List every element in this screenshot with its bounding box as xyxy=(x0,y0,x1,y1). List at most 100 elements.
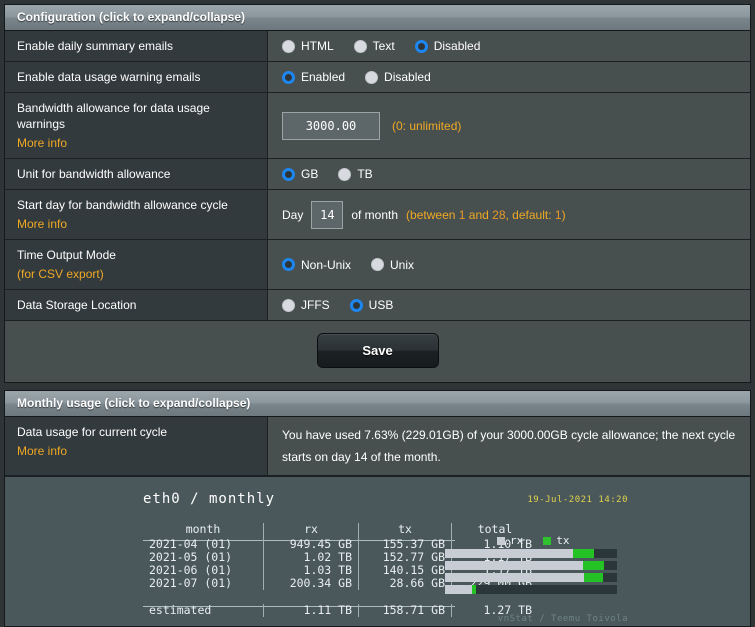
radio-label: GB xyxy=(301,167,319,181)
value-time-output-mode: Non-Unix Unix xyxy=(268,240,750,289)
bar-segment-rx xyxy=(445,561,583,570)
cell-tx: 28.66 GB xyxy=(358,577,452,590)
hint-default-day: 1 xyxy=(554,207,562,222)
row-time-output-mode: Time Output Mode (for CSV export) Non-Un… xyxy=(5,240,750,290)
radio-daily-summary-disabled[interactable]: Disabled xyxy=(414,38,481,54)
value-unit-for-bandwidth-allowance: GB TB xyxy=(268,159,750,189)
radio-circle-icon xyxy=(353,39,367,53)
radio-label: Disabled xyxy=(433,39,481,53)
table-head: month rx tx total xyxy=(143,523,538,538)
vnstat-credit: vnStat / Teemu Toivola xyxy=(497,614,628,624)
label-text: Start day for bandwidth allowance cycle xyxy=(17,198,228,212)
value-start-day: Day of month (between 1 and 28, default:… xyxy=(268,190,750,239)
radio-label: TB xyxy=(357,167,373,181)
row-daily-summary-emails: Enable daily summary emails HTML Text Di… xyxy=(5,31,750,62)
value-bandwidth-allowance: (0: unlimited) xyxy=(268,93,750,158)
legend-label-tx: tx xyxy=(556,534,570,547)
bar-segment-rx xyxy=(445,573,584,582)
table-header-row: month rx tx total xyxy=(143,523,538,538)
chart-bars xyxy=(445,549,617,597)
value-data-usage-current-cycle: You have used 7.63% (229.01GB) of your 3… xyxy=(268,417,750,475)
value-data-usage-warning-emails: Enabled Disabled xyxy=(268,62,750,92)
label-text: Bandwidth allowance for data usage warni… xyxy=(17,101,210,131)
monthly-usage-panel: Monthly usage (click to expand/collapse)… xyxy=(4,390,751,627)
radio-daily-summary-text[interactable]: Text xyxy=(353,38,395,54)
bar-segment-tx xyxy=(583,561,604,570)
chart-legend: rx tx xyxy=(497,534,590,547)
bar-row xyxy=(445,573,617,582)
label-data-usage-warning-emails: Enable data usage warning emails xyxy=(5,62,268,92)
label-text: Time Output Mode xyxy=(17,248,116,262)
label-data-storage-location: Data Storage Location xyxy=(5,290,268,320)
hint-mid2: , default: xyxy=(505,207,555,222)
bar-row xyxy=(445,561,617,570)
vnstat-chart-area: eth0 / monthly 19-Jul-2021 14:20 month r… xyxy=(5,476,750,626)
radio-group-unit: GB TB xyxy=(282,166,373,182)
label-unit-for-bandwidth-allowance: Unit for bandwidth allowance xyxy=(5,159,268,189)
bar-track xyxy=(445,573,617,582)
cell-month: 2021-06 (01) xyxy=(149,563,233,577)
radio-time-mode-non-unix[interactable]: Non-Unix xyxy=(282,257,351,273)
more-info-link-start-day[interactable]: More info xyxy=(17,216,259,232)
radio-unit-tb[interactable]: TB xyxy=(338,166,373,182)
radio-group-warning-emails: Enabled Disabled xyxy=(282,69,431,85)
cell-month: estimated xyxy=(149,603,212,617)
label-text: Data usage for current cycle xyxy=(17,425,168,439)
start-day-input[interactable] xyxy=(311,200,344,229)
radio-unit-gb[interactable]: GB xyxy=(282,166,318,182)
bar-track xyxy=(445,585,617,594)
cell-tx: 140.15 GB xyxy=(358,564,452,577)
row-bandwidth-allowance: Bandwidth allowance for data usage warni… xyxy=(5,93,750,159)
radio-circle-selected-icon xyxy=(282,167,295,181)
legend-item-rx: rx xyxy=(497,534,523,547)
radio-circle-selected-icon xyxy=(282,70,295,84)
bandwidth-allowance-hint: (0: unlimited) xyxy=(392,118,462,133)
cell-rx: 1.11 TB xyxy=(263,604,359,617)
start-day-hint: (between 1 and 28, default: 1) xyxy=(406,207,566,223)
radio-time-mode-unix[interactable]: Unix xyxy=(371,257,414,273)
radio-circle-icon xyxy=(365,70,379,84)
save-button[interactable]: Save xyxy=(316,333,439,368)
more-info-link-bandwidth[interactable]: More info xyxy=(17,135,259,151)
hint-open: (between xyxy=(406,207,459,222)
page-root: Configuration (click to expand/collapse)… xyxy=(0,0,755,627)
col-header-tx: tx xyxy=(358,523,452,538)
usage-summary-text: You have used 7.63% (229.01GB) of your 3… xyxy=(282,428,736,464)
row-data-usage-warning-emails: Enable data usage warning emails Enabled… xyxy=(5,62,750,93)
label-bandwidth-allowance: Bandwidth allowance for data usage warni… xyxy=(5,93,268,158)
radio-warning-emails-enabled[interactable]: Enabled xyxy=(282,69,345,85)
bandwidth-allowance-input[interactable] xyxy=(282,111,380,140)
table-row-estimated: estimated 1.11 TB 158.71 GB 1.27 TB xyxy=(143,604,538,617)
radio-label: HTML xyxy=(301,39,334,53)
radio-warning-emails-disabled[interactable]: Disabled xyxy=(365,69,431,85)
radio-group-daily-summary: HTML Text Disabled xyxy=(282,38,480,54)
legend-label-rx: rx xyxy=(510,534,524,547)
row-start-day: Start day for bandwidth allowance cycle … xyxy=(5,190,750,240)
radio-storage-jffs[interactable]: JFFS xyxy=(282,297,330,313)
vnstat-timestamp: 19-Jul-2021 14:20 xyxy=(527,495,628,505)
label-daily-summary-emails: Enable daily summary emails xyxy=(5,31,268,61)
bar-track xyxy=(445,549,617,558)
value-daily-summary-emails: HTML Text Disabled xyxy=(268,31,750,61)
monthly-usage-panel-header[interactable]: Monthly usage (click to expand/collapse) xyxy=(5,391,750,417)
radio-circle-selected-icon xyxy=(414,39,428,53)
bar-segment-rx xyxy=(445,549,573,558)
cell-tx: 158.71 GB xyxy=(358,604,452,617)
radio-label: Non-Unix xyxy=(301,257,352,272)
bar-track xyxy=(445,561,617,570)
bar-row xyxy=(445,585,617,594)
radio-label: JFFS xyxy=(301,298,330,312)
configuration-panel-header[interactable]: Configuration (click to expand/collapse) xyxy=(5,5,750,31)
row-unit-for-bandwidth-allowance: Unit for bandwidth allowance GB TB xyxy=(5,159,750,190)
bar-segment-tx xyxy=(573,549,594,558)
row-data-storage-location: Data Storage Location JFFS USB xyxy=(5,290,750,321)
radio-storage-usb[interactable]: USB xyxy=(349,297,393,313)
radio-label: Unix xyxy=(390,257,415,272)
legend-swatch-rx-icon xyxy=(497,536,505,545)
hint-mid: and xyxy=(465,207,493,222)
radio-daily-summary-html[interactable]: HTML xyxy=(282,38,334,54)
radio-label: Text xyxy=(372,39,395,53)
more-info-link-usage[interactable]: More info xyxy=(17,443,259,459)
label-start-day: Start day for bandwidth allowance cycle … xyxy=(5,190,268,239)
hint-close: ) xyxy=(561,207,566,222)
